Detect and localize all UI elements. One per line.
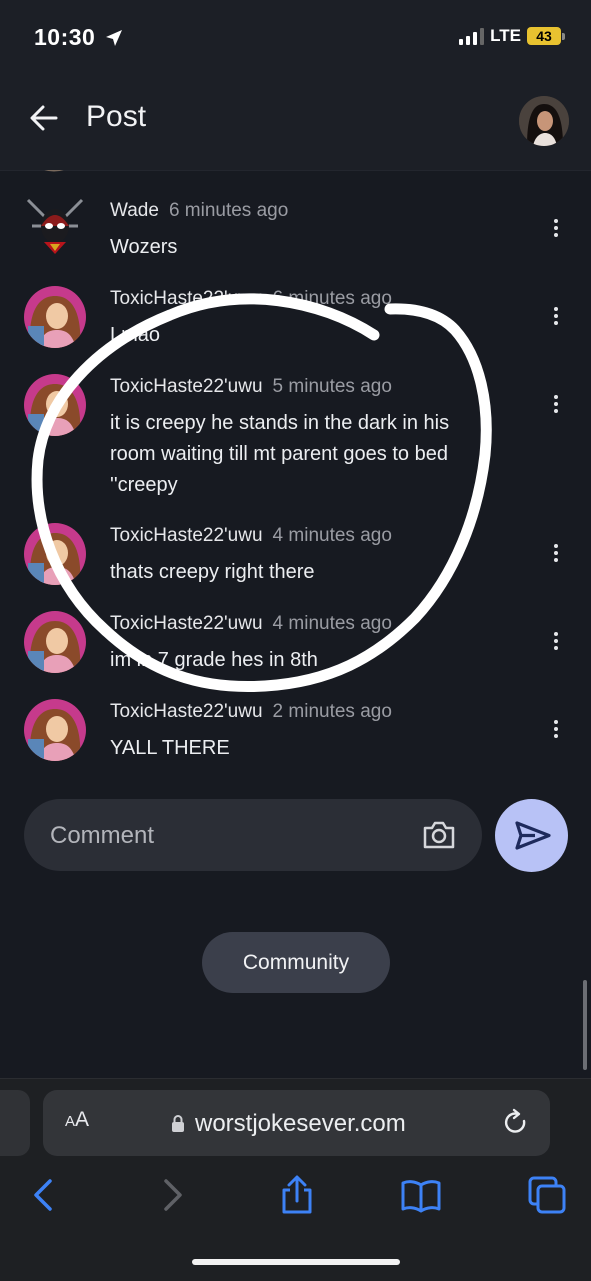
community-button[interactable]: Community: [202, 932, 390, 993]
comment-meta: ToxicHaste22'uwu 4 minutes ago: [110, 613, 392, 635]
avatar: [44, 170, 64, 172]
comment-time: 4 minutes ago: [272, 525, 392, 546]
location-arrow-icon: [106, 30, 122, 46]
comment-time: 2 minutes ago: [272, 701, 392, 722]
comment-author[interactable]: ToxicHaste22'uwu: [110, 613, 263, 634]
more-options-icon[interactable]: [546, 392, 566, 422]
url-text: worstjokesever.com: [195, 1110, 406, 1137]
avatar[interactable]: [24, 611, 86, 673]
comment-meta: ToxicHaste22'uwu 6 minutes ago: [110, 288, 392, 310]
status-time: 10:30: [34, 24, 96, 50]
arrow-left-icon[interactable]: [28, 102, 60, 134]
back-icon[interactable]: [24, 1175, 64, 1215]
avatar[interactable]: [24, 374, 86, 436]
comment-text: Wozers: [110, 236, 178, 258]
comment-meta: Wade 6 minutes ago: [110, 200, 288, 222]
comment-meta: ToxicHaste22'uwu 5 minutes ago: [110, 376, 392, 398]
comment-author[interactable]: ToxicHaste22'uwu: [110, 701, 263, 722]
comment-text: Lmao: [110, 324, 161, 346]
comment-time: 5 minutes ago: [272, 376, 392, 397]
send-icon: [515, 821, 551, 850]
reader-settings-button[interactable]: AA: [65, 1108, 89, 1132]
comment-input[interactable]: [48, 817, 412, 855]
tabs-icon[interactable]: [527, 1175, 567, 1215]
truncated-comment-text: [120, 170, 180, 176]
comment-meta: ToxicHaste22'uwu 2 minutes ago: [110, 701, 392, 723]
battery-icon: 43: [527, 27, 565, 45]
app-header: Post: [0, 78, 591, 171]
comment-author[interactable]: ToxicHaste22'uwu: [110, 525, 263, 546]
more-options-icon[interactable]: [546, 216, 566, 246]
comment-item: ToxicHaste22'uwu 5 minutes ago it is cree…: [0, 372, 591, 502]
comment-item: ToxicHaste22'uwu 6 minutes ago Lmao: [0, 284, 591, 364]
forward-icon[interactable]: [152, 1175, 192, 1215]
comment-text: YALL THERE: [110, 737, 230, 759]
address-bar[interactable]: AA worstjokesever.com: [43, 1090, 550, 1156]
more-options-icon[interactable]: [546, 304, 566, 334]
more-options-icon[interactable]: [546, 629, 566, 659]
comment-item: ToxicHaste22'uwu 4 minutes ago thats cree…: [0, 521, 591, 601]
previous-tab-peek[interactable]: [0, 1090, 30, 1156]
more-options-icon[interactable]: [546, 541, 566, 571]
bookmarks-icon[interactable]: [401, 1175, 441, 1215]
lock-icon: [172, 1115, 184, 1132]
more-options-icon[interactable]: [546, 717, 566, 747]
share-icon[interactable]: [277, 1175, 317, 1215]
comment-item: ToxicHaste22'uwu 4 minutes ago im in 7 gr…: [0, 609, 591, 689]
avatar[interactable]: [24, 286, 86, 348]
comment-time: 6 minutes ago: [168, 200, 289, 221]
status-bar: 10:30 LTE 43: [0, 0, 591, 78]
comment-time: 6 minutes ago: [272, 288, 392, 309]
comment-list: Wade 6 minutes ago Wozers ToxicHaste22'uw…: [0, 170, 591, 780]
network-type: LTE: [490, 26, 521, 45]
avatar[interactable]: [24, 699, 86, 761]
comment-text: thats creepy right there: [110, 561, 315, 583]
comment-author[interactable]: Wade: [110, 200, 159, 221]
signal-icon: [459, 27, 485, 45]
comment-item: ToxicHaste22'uwu 2 minutes ago YALL THERE: [0, 697, 591, 777]
comment-box: [24, 799, 482, 871]
reload-icon[interactable]: [502, 1108, 530, 1138]
comment-text: im in 7 grade hes in 8th: [110, 649, 318, 671]
scrollbar[interactable]: [583, 980, 587, 1070]
avatar[interactable]: [24, 523, 86, 585]
avatar[interactable]: [24, 196, 86, 258]
page-title: Post: [86, 100, 147, 133]
comment-meta: ToxicHaste22'uwu 4 minutes ago: [110, 525, 392, 547]
comment-text: it is creepy he stands in the dark in hi…: [110, 412, 455, 496]
comment-author[interactable]: ToxicHaste22'uwu: [110, 288, 263, 309]
comment-item: Wade 6 minutes ago Wozers: [0, 196, 591, 276]
comment-author[interactable]: ToxicHaste22'uwu: [110, 376, 263, 397]
home-indicator[interactable]: [192, 1259, 400, 1265]
user-avatar[interactable]: [519, 96, 569, 146]
battery-level: 43: [527, 27, 561, 45]
send-button[interactable]: [495, 799, 568, 872]
camera-icon[interactable]: [422, 819, 456, 851]
comment-time: 4 minutes ago: [272, 613, 392, 634]
status-indicators: LTE 43: [459, 26, 565, 46]
